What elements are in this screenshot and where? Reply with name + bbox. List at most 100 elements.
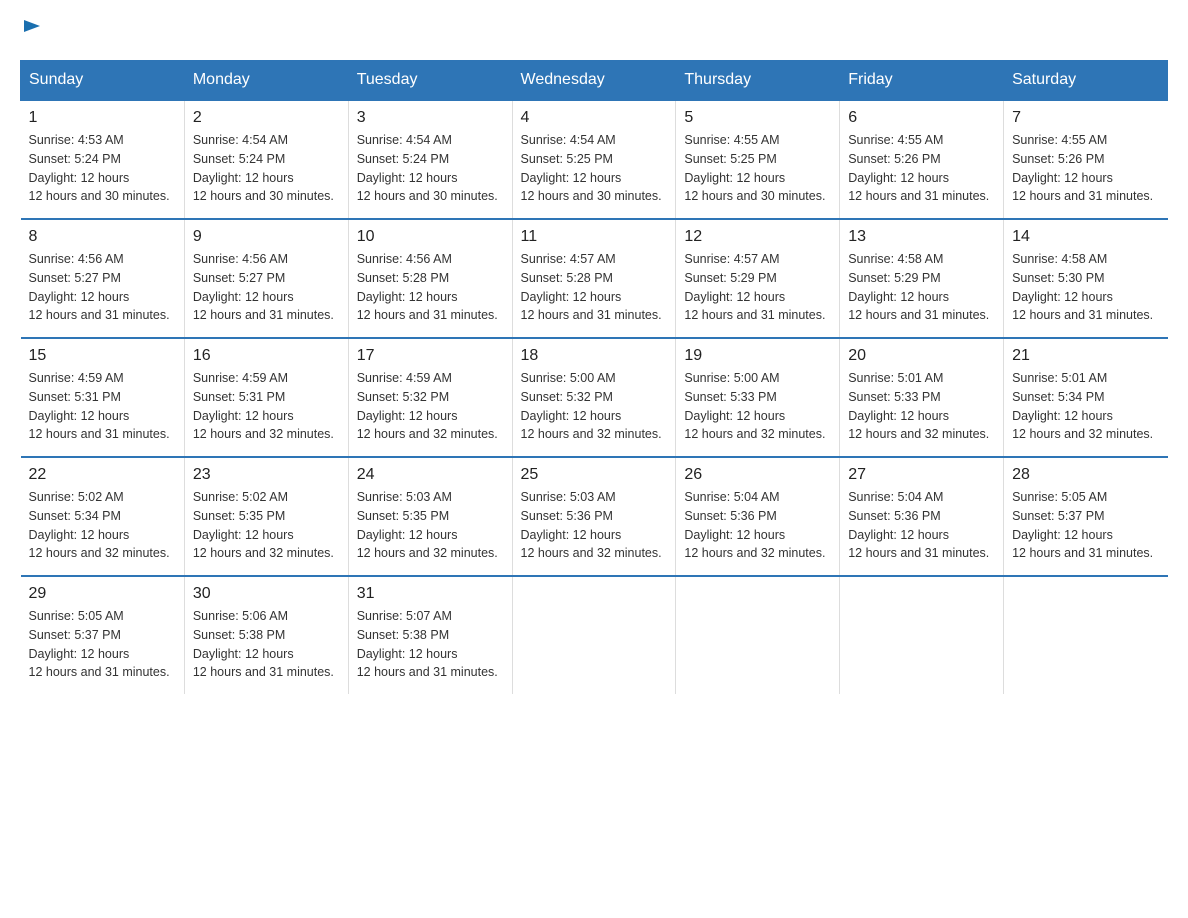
column-header-saturday: Saturday [1004,61,1168,101]
calendar-cell: 27 Sunrise: 5:04 AMSunset: 5:36 PMDayligh… [840,457,1004,576]
calendar-cell: 3 Sunrise: 4:54 AMSunset: 5:24 PMDaylight… [348,100,512,219]
calendar-cell: 6 Sunrise: 4:55 AMSunset: 5:26 PMDaylight… [840,100,1004,219]
day-number: 16 [193,347,340,365]
day-info: Sunrise: 5:02 AMSunset: 5:34 PMDaylight:… [29,488,176,563]
day-info: Sunrise: 4:59 AMSunset: 5:31 PMDaylight:… [29,369,176,444]
day-number: 27 [848,466,995,484]
column-header-monday: Monday [184,61,348,101]
calendar-cell: 25 Sunrise: 5:03 AMSunset: 5:36 PMDayligh… [512,457,676,576]
logo [20,20,44,40]
calendar-week-row: 22 Sunrise: 5:02 AMSunset: 5:34 PMDayligh… [21,457,1168,576]
calendar-cell: 5Sunrise: 4:55 AMSunset: 5:25 PMDaylight… [676,100,840,219]
day-number: 14 [1012,228,1159,246]
calendar-cell: 7Sunrise: 4:55 AMSunset: 5:26 PMDaylight… [1004,100,1168,219]
day-info: Sunrise: 5:00 AMSunset: 5:32 PMDaylight:… [521,369,668,444]
calendar-cell: 11Sunrise: 4:57 AMSunset: 5:28 PMDayligh… [512,219,676,338]
calendar-cell [1004,576,1168,694]
day-info: Sunrise: 5:04 AMSunset: 5:36 PMDaylight:… [684,488,831,563]
day-info: Sunrise: 4:56 AMSunset: 5:28 PMDaylight:… [357,250,504,325]
day-info: Sunrise: 4:57 AMSunset: 5:28 PMDaylight:… [521,250,668,325]
day-info: Sunrise: 4:56 AMSunset: 5:27 PMDaylight:… [29,250,176,325]
day-info: Sunrise: 4:59 AMSunset: 5:32 PMDaylight:… [357,369,504,444]
day-number: 17 [357,347,504,365]
calendar-cell: 26 Sunrise: 5:04 AMSunset: 5:36 PMDayligh… [676,457,840,576]
calendar-week-row: 29 Sunrise: 5:05 AMSunset: 5:37 PMDayligh… [21,576,1168,694]
day-info: Sunrise: 4:54 AMSunset: 5:24 PMDaylight:… [357,131,504,206]
day-number: 19 [684,347,831,365]
calendar-cell: 20 Sunrise: 5:01 AMSunset: 5:33 PMDayligh… [840,338,1004,457]
calendar-cell: 22 Sunrise: 5:02 AMSunset: 5:34 PMDayligh… [21,457,185,576]
day-info: Sunrise: 5:05 AMSunset: 5:37 PMDaylight:… [1012,488,1159,563]
day-info: Sunrise: 4:54 AMSunset: 5:25 PMDaylight:… [521,131,668,206]
day-number: 1 [29,109,176,127]
day-info: Sunrise: 5:07 AMSunset: 5:38 PMDaylight:… [357,607,504,682]
day-info: Sunrise: 4:55 AMSunset: 5:25 PMDaylight:… [684,131,831,206]
calendar-cell: 19 Sunrise: 5:00 AMSunset: 5:33 PMDayligh… [676,338,840,457]
day-number: 13 [848,228,995,246]
day-number: 23 [193,466,340,484]
day-info: Sunrise: 5:05 AMSunset: 5:37 PMDaylight:… [29,607,176,682]
calendar-cell: 18 Sunrise: 5:00 AMSunset: 5:32 PMDayligh… [512,338,676,457]
column-header-wednesday: Wednesday [512,61,676,101]
day-number: 26 [684,466,831,484]
calendar-cell: 13 Sunrise: 4:58 AMSunset: 5:29 PMDayligh… [840,219,1004,338]
day-number: 20 [848,347,995,365]
calendar-cell [840,576,1004,694]
calendar-cell: 29 Sunrise: 5:05 AMSunset: 5:37 PMDayligh… [21,576,185,694]
calendar-week-row: 8 Sunrise: 4:56 AMSunset: 5:27 PMDaylight… [21,219,1168,338]
day-info: Sunrise: 5:03 AMSunset: 5:35 PMDaylight:… [357,488,504,563]
day-number: 31 [357,585,504,603]
day-number: 2 [193,109,340,127]
day-info: Sunrise: 4:53 AMSunset: 5:24 PMDaylight:… [29,131,176,206]
day-number: 12 [684,228,831,246]
day-number: 25 [521,466,668,484]
day-number: 28 [1012,466,1159,484]
calendar-cell: 12 Sunrise: 4:57 AMSunset: 5:29 PMDayligh… [676,219,840,338]
calendar-cell: 16 Sunrise: 4:59 AMSunset: 5:31 PMDayligh… [184,338,348,457]
calendar-cell: 15Sunrise: 4:59 AMSunset: 5:31 PMDayligh… [21,338,185,457]
calendar-week-row: 15Sunrise: 4:59 AMSunset: 5:31 PMDayligh… [21,338,1168,457]
page-header [20,20,1168,40]
day-info: Sunrise: 5:04 AMSunset: 5:36 PMDaylight:… [848,488,995,563]
day-number: 22 [29,466,176,484]
calendar-cell: 17 Sunrise: 4:59 AMSunset: 5:32 PMDayligh… [348,338,512,457]
calendar-cell: 23Sunrise: 5:02 AMSunset: 5:35 PMDayligh… [184,457,348,576]
calendar-cell: 14 Sunrise: 4:58 AMSunset: 5:30 PMDayligh… [1004,219,1168,338]
calendar-cell: 4Sunrise: 4:54 AMSunset: 5:25 PMDaylight… [512,100,676,219]
calendar-cell: 31 Sunrise: 5:07 AMSunset: 5:38 PMDayligh… [348,576,512,694]
day-info: Sunrise: 5:01 AMSunset: 5:33 PMDaylight:… [848,369,995,444]
calendar-cell: 30 Sunrise: 5:06 AMSunset: 5:38 PMDayligh… [184,576,348,694]
column-header-friday: Friday [840,61,1004,101]
logo-flag-icon [22,18,44,40]
day-number: 10 [357,228,504,246]
day-number: 21 [1012,347,1159,365]
day-number: 6 [848,109,995,127]
column-header-sunday: Sunday [21,61,185,101]
day-info: Sunrise: 4:54 AMSunset: 5:24 PMDaylight:… [193,131,340,206]
day-info: Sunrise: 5:06 AMSunset: 5:38 PMDaylight:… [193,607,340,682]
calendar-cell [512,576,676,694]
calendar-table: SundayMondayTuesdayWednesdayThursdayFrid… [20,60,1168,694]
day-number: 29 [29,585,176,603]
calendar-cell: 21 Sunrise: 5:01 AMSunset: 5:34 PMDayligh… [1004,338,1168,457]
calendar-cell [676,576,840,694]
day-number: 18 [521,347,668,365]
calendar-cell: 28 Sunrise: 5:05 AMSunset: 5:37 PMDayligh… [1004,457,1168,576]
column-header-tuesday: Tuesday [348,61,512,101]
calendar-cell: 1 Sunrise: 4:53 AMSunset: 5:24 PMDaylight… [21,100,185,219]
day-info: Sunrise: 4:55 AMSunset: 5:26 PMDaylight:… [848,131,995,206]
day-number: 30 [193,585,340,603]
day-info: Sunrise: 4:55 AMSunset: 5:26 PMDaylight:… [1012,131,1159,206]
day-info: Sunrise: 4:58 AMSunset: 5:30 PMDaylight:… [1012,250,1159,325]
day-info: Sunrise: 5:00 AMSunset: 5:33 PMDaylight:… [684,369,831,444]
day-info: Sunrise: 5:01 AMSunset: 5:34 PMDaylight:… [1012,369,1159,444]
day-info: Sunrise: 4:58 AMSunset: 5:29 PMDaylight:… [848,250,995,325]
day-info: Sunrise: 5:03 AMSunset: 5:36 PMDaylight:… [521,488,668,563]
calendar-week-row: 1 Sunrise: 4:53 AMSunset: 5:24 PMDaylight… [21,100,1168,219]
day-info: Sunrise: 4:57 AMSunset: 5:29 PMDaylight:… [684,250,831,325]
calendar-cell: 10 Sunrise: 4:56 AMSunset: 5:28 PMDayligh… [348,219,512,338]
column-header-thursday: Thursday [676,61,840,101]
day-info: Sunrise: 4:59 AMSunset: 5:31 PMDaylight:… [193,369,340,444]
day-number: 8 [29,228,176,246]
day-number: 3 [357,109,504,127]
